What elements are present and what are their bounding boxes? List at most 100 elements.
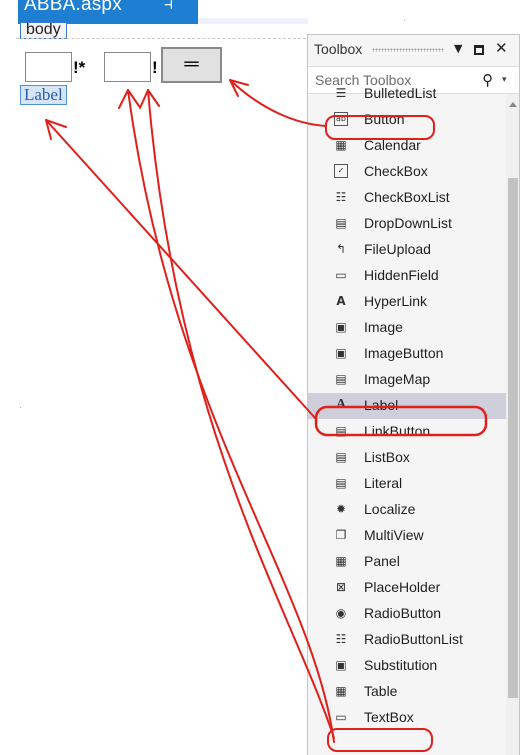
- toolbox-item-button[interactable]: ab Button: [308, 107, 506, 133]
- scroll-up-arrow-icon[interactable]: [509, 102, 517, 107]
- canvas-dot: [404, 20, 405, 21]
- equals-button[interactable]: ═: [161, 47, 222, 83]
- hidden-field-icon: ▭: [335, 268, 347, 282]
- toolbox-grip[interactable]: [372, 48, 444, 52]
- toolbox-item-bulletedlist[interactable]: ☰ BulletedList: [308, 81, 506, 107]
- dropdown-arrow-icon[interactable]: ▼: [454, 42, 462, 55]
- arrow-textbox-to-first: [127, 89, 335, 743]
- toolbox-item-calendar[interactable]: ▦ Calendar: [308, 133, 506, 159]
- toolbox-item-imagemap[interactable]: ▤ ImageMap: [308, 367, 506, 393]
- toolbox-item-label: ListBox: [364, 449, 410, 465]
- arrowhead-first: [118, 89, 140, 109]
- toolbox-item-label: MultiView: [364, 527, 424, 543]
- file-upload-icon: ↰: [335, 242, 347, 256]
- toolbox-item-multiview[interactable]: ❐ MultiView: [308, 523, 506, 549]
- canvas-dot: [20, 407, 21, 408]
- image-button-icon: ▣: [335, 346, 347, 360]
- toolbox-item-imagebutton[interactable]: ▣ ImageButton: [308, 341, 506, 367]
- operator-text-bang: !: [152, 58, 158, 77]
- textbox-first-operand[interactable]: [25, 52, 72, 82]
- toolbox-window: Toolbox ▼ ✕ Search Toolbox ⚲ ▾ ☰ Bulleted…: [307, 34, 520, 755]
- multiview-icon: ❐: [335, 528, 347, 542]
- toolbox-item-label: Localize: [364, 501, 416, 517]
- toolbox-item-hyperlink[interactable]: A HyperLink: [308, 289, 506, 315]
- toolbox-item-label: CheckBox: [364, 163, 428, 179]
- button-icon: ab: [334, 112, 348, 126]
- result-label[interactable]: Label: [20, 85, 67, 105]
- close-icon[interactable]: ✕: [495, 39, 508, 57]
- dropdown-list-icon: ▤: [335, 216, 347, 230]
- label-icon: A: [335, 397, 347, 412]
- toolbox-item-dropdownlist[interactable]: ▤ DropDownList: [308, 211, 506, 237]
- radio-button-list-icon: ☷: [335, 632, 347, 646]
- toolbox-item-label: TextBox: [364, 709, 414, 725]
- toolbox-item-label: Substitution: [364, 657, 438, 673]
- toolbox-item-radiobuttonlist[interactable]: ☷ RadioButtonList: [308, 627, 506, 653]
- toolbox-item-label: DropDownList: [364, 215, 452, 231]
- pin-icon[interactable]: ⊣: [164, 0, 172, 13]
- link-button-icon: ▤: [335, 424, 347, 438]
- toolbox-item-textbox[interactable]: ▭ TextBox: [308, 705, 506, 731]
- toolbox-item-label: HiddenField: [364, 267, 439, 283]
- maximize-icon[interactable]: [474, 45, 484, 55]
- toolbox-item-placeholder[interactable]: ⊠ PlaceHolder: [308, 575, 506, 601]
- arrowhead-result: [45, 119, 67, 140]
- arrowhead-equals: [229, 79, 249, 97]
- bulleted-list-icon: ☰: [335, 86, 347, 100]
- toolbox-item-label: FileUpload: [364, 241, 431, 257]
- arrowhead-second: [139, 89, 160, 109]
- toolbox-item-label: Panel: [364, 553, 400, 569]
- panel-icon: ▦: [335, 554, 347, 568]
- tab-strip: [198, 18, 308, 24]
- calendar-icon: ▦: [335, 138, 347, 152]
- toolbox-item-label: Literal: [364, 475, 403, 491]
- toolbox-item-panel[interactable]: ▦ Panel: [308, 549, 506, 575]
- toolbox-item-localize[interactable]: ✹ Localize: [308, 497, 506, 523]
- toolbox-item-label: Calendar: [364, 137, 421, 153]
- toolbox-item-checkboxlist[interactable]: ☷ CheckBoxList: [308, 185, 506, 211]
- toolbox-item-literal[interactable]: ▤ Literal: [308, 471, 506, 497]
- toolbox-item-label: PlaceHolder: [364, 579, 441, 595]
- checkbox-list-icon: ☷: [335, 190, 347, 204]
- textbox-second-operand[interactable]: [104, 52, 151, 82]
- toolbox-scrollbar[interactable]: [506, 94, 519, 755]
- toolbox-title: Toolbox: [314, 41, 363, 57]
- literal-icon: ▤: [335, 476, 347, 490]
- image-map-icon: ▤: [335, 372, 347, 386]
- toolbox-item-label: RadioButtonList: [364, 631, 463, 647]
- toolbox-item-checkbox[interactable]: ✓ CheckBox: [308, 159, 506, 185]
- toolbox-item-label: CheckBoxList: [364, 189, 450, 205]
- placeholder-icon: ⊠: [335, 580, 347, 594]
- toolbox-item-label: Button: [364, 111, 405, 127]
- toolbox-item-linkbutton[interactable]: ▤ LinkButton: [308, 419, 506, 445]
- arrow-label-to-result: [45, 119, 317, 420]
- toolbox-item-listbox[interactable]: ▤ ListBox: [308, 445, 506, 471]
- toolbox-item-label: ImageButton: [364, 345, 444, 361]
- toolbox-item-label[interactable]: A Label: [308, 393, 506, 419]
- list-box-icon: ▤: [335, 450, 347, 464]
- toolbox-item-label: RadioButton: [364, 605, 442, 621]
- toolbox-item-label: Image: [364, 319, 403, 335]
- body-tag[interactable]: body: [20, 22, 67, 39]
- toolbox-item-image[interactable]: ▣ Image: [308, 315, 506, 341]
- toolbox-header[interactable]: Toolbox ▼ ✕: [308, 35, 519, 66]
- document-tab[interactable]: ABBA.aspx ⊣: [18, 0, 198, 24]
- toolbox-item-label: HyperLink: [364, 293, 428, 309]
- toolbox-item-hiddenfield[interactable]: ▭ HiddenField: [308, 263, 506, 289]
- toolbox-item-label: LinkButton: [364, 423, 431, 439]
- toolbox-item-table[interactable]: ▦ Table: [308, 679, 506, 705]
- toolbox-item-label-text: Label: [364, 397, 399, 413]
- toolbox-item-radiobutton[interactable]: ◉ RadioButton: [308, 601, 506, 627]
- localize-icon: ✹: [335, 502, 347, 516]
- toolbox-item-label: BulletedList: [364, 85, 437, 101]
- checkbox-icon: ✓: [334, 164, 348, 178]
- operator-text-multiply: !*: [73, 58, 86, 77]
- table-icon: ▦: [335, 684, 347, 698]
- image-icon: ▣: [335, 320, 347, 334]
- design-surface-border: [16, 38, 306, 39]
- textbox-icon: ▭: [335, 710, 347, 724]
- toolbox-item-label: ImageMap: [364, 371, 431, 387]
- toolbox-item-fileupload[interactable]: ↰ FileUpload: [308, 237, 506, 263]
- scrollbar-thumb[interactable]: [508, 178, 518, 698]
- toolbox-item-substitution[interactable]: ▣ Substitution: [308, 653, 506, 679]
